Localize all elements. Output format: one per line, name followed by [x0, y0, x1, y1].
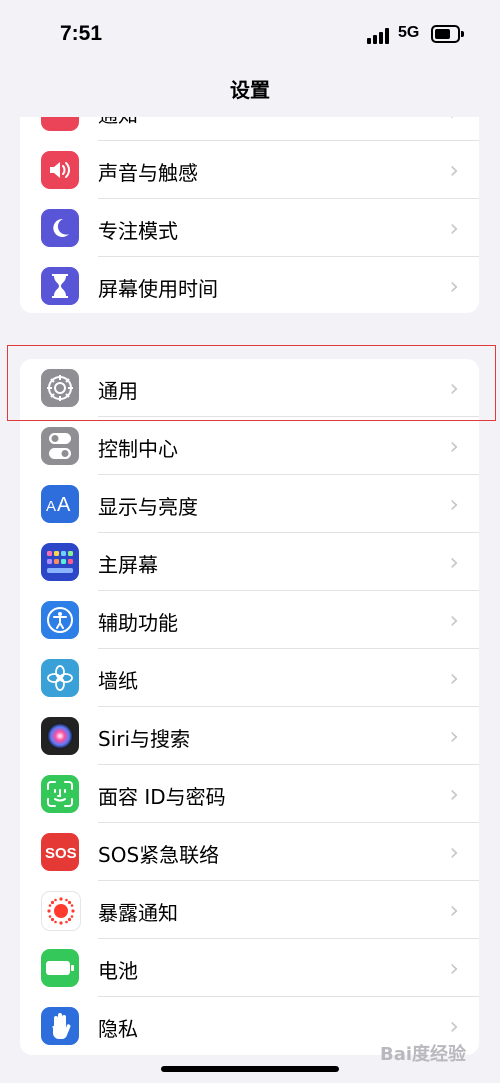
chevron-right-icon: ›: [449, 606, 459, 634]
settings-row-toggle[interactable]: 控制中心 ›: [20, 417, 479, 475]
row-label: Siri与搜索: [98, 727, 191, 751]
row-label: 辅助功能: [98, 611, 178, 635]
settings-group-main: 通用 › 控制中心 › A A 显示与亮度 › 主屏幕 › 辅助功能 › 墙纸 › Siri与搜索 › 面容 I…: [20, 359, 479, 1055]
chevron-right-icon: ›: [449, 664, 459, 692]
toggle-icon: [41, 427, 79, 465]
chevron-right-icon: ›: [449, 548, 459, 576]
chevron-right-icon: ›: [449, 954, 459, 982]
chevron-right-icon: ›: [449, 156, 459, 184]
chevron-right-icon: ›: [449, 117, 459, 126]
row-label: SOS紧急联络: [98, 843, 220, 867]
status-time: 7:51: [60, 22, 103, 45]
sound-icon: [41, 151, 79, 189]
row-label: 墙纸: [98, 669, 138, 693]
chevron-right-icon: ›: [449, 838, 459, 866]
row-label: 屏幕使用时间: [98, 277, 218, 301]
watermark: Bai度经验: [380, 1044, 467, 1065]
status-bar: 7:51 5G: [0, 0, 500, 64]
chevron-right-icon: ›: [449, 272, 459, 300]
siri-icon: [41, 717, 79, 755]
face-id-icon: [41, 775, 79, 813]
row-label: 隐私: [98, 1017, 138, 1041]
svg-text:SOS: SOS: [45, 845, 76, 862]
row-label: 通知: [98, 117, 138, 128]
home-indicator[interactable]: [161, 1066, 339, 1072]
page-title: 设置: [230, 78, 270, 102]
hand-icon: [41, 1007, 79, 1045]
network-type: 5G: [398, 24, 420, 41]
focus-moon-icon: [41, 209, 79, 247]
cellular-signal-icon: [367, 28, 391, 44]
svg-text:A: A: [46, 498, 56, 515]
settings-row-focus-moon[interactable]: 专注模式 ›: [20, 199, 479, 257]
chevron-right-icon: ›: [449, 432, 459, 460]
flower-icon: [41, 659, 79, 697]
row-label: 控制中心: [98, 437, 178, 461]
notifications-icon: [41, 117, 79, 131]
settings-group-top: 通知 › 声音与触感 › 专注模式 › 屏幕使用时间 ›: [20, 117, 479, 313]
chevron-right-icon: ›: [449, 214, 459, 242]
chevron-right-icon: ›: [449, 722, 459, 750]
row-label: 电池: [98, 959, 138, 983]
chevron-right-icon: ›: [449, 780, 459, 808]
exposure-icon: [41, 891, 81, 931]
battery-icon: [41, 949, 79, 987]
highlight-frame: [7, 345, 496, 421]
chevron-right-icon: ›: [449, 490, 459, 518]
row-label: 主屏幕: [98, 553, 158, 577]
settings-row-text-size[interactable]: A A 显示与亮度 ›: [20, 475, 479, 533]
text-size-icon: AA: [41, 485, 79, 523]
row-label: 显示与亮度: [98, 495, 198, 519]
row-label: 面容 ID与密码: [98, 785, 226, 809]
chevron-right-icon: ›: [449, 896, 459, 924]
accessibility-icon: [41, 601, 79, 639]
settings-row-siri[interactable]: Siri与搜索 ›: [20, 707, 479, 765]
settings-row-sos[interactable]: SOS SOS紧急联络 ›: [20, 823, 479, 881]
row-label: 专注模式: [98, 219, 178, 243]
sos-icon: SOS: [41, 833, 79, 871]
svg-text:A: A: [57, 494, 71, 515]
settings-row-accessibility[interactable]: 辅助功能 ›: [20, 591, 479, 649]
battery-status-icon: [431, 25, 464, 43]
settings-row-hourglass[interactable]: 屏幕使用时间 ›: [20, 257, 479, 313]
settings-row-home-grid[interactable]: 主屏幕 ›: [20, 533, 479, 591]
hourglass-icon: [41, 267, 79, 305]
settings-row-face-id[interactable]: 面容 ID与密码 ›: [20, 765, 479, 823]
settings-row-exposure[interactable]: 暴露通知 ›: [20, 881, 479, 939]
settings-row-sound[interactable]: 声音与触感 ›: [20, 141, 479, 199]
row-label: 暴露通知: [98, 901, 178, 925]
row-label: 声音与触感: [98, 161, 198, 185]
settings-row-battery[interactable]: 电池 ›: [20, 939, 479, 997]
chevron-right-icon: ›: [449, 1012, 459, 1040]
home-grid-icon: [41, 543, 79, 581]
settings-row-notifications[interactable]: 通知 ›: [20, 117, 479, 141]
settings-row-flower[interactable]: 墙纸 ›: [20, 649, 479, 707]
